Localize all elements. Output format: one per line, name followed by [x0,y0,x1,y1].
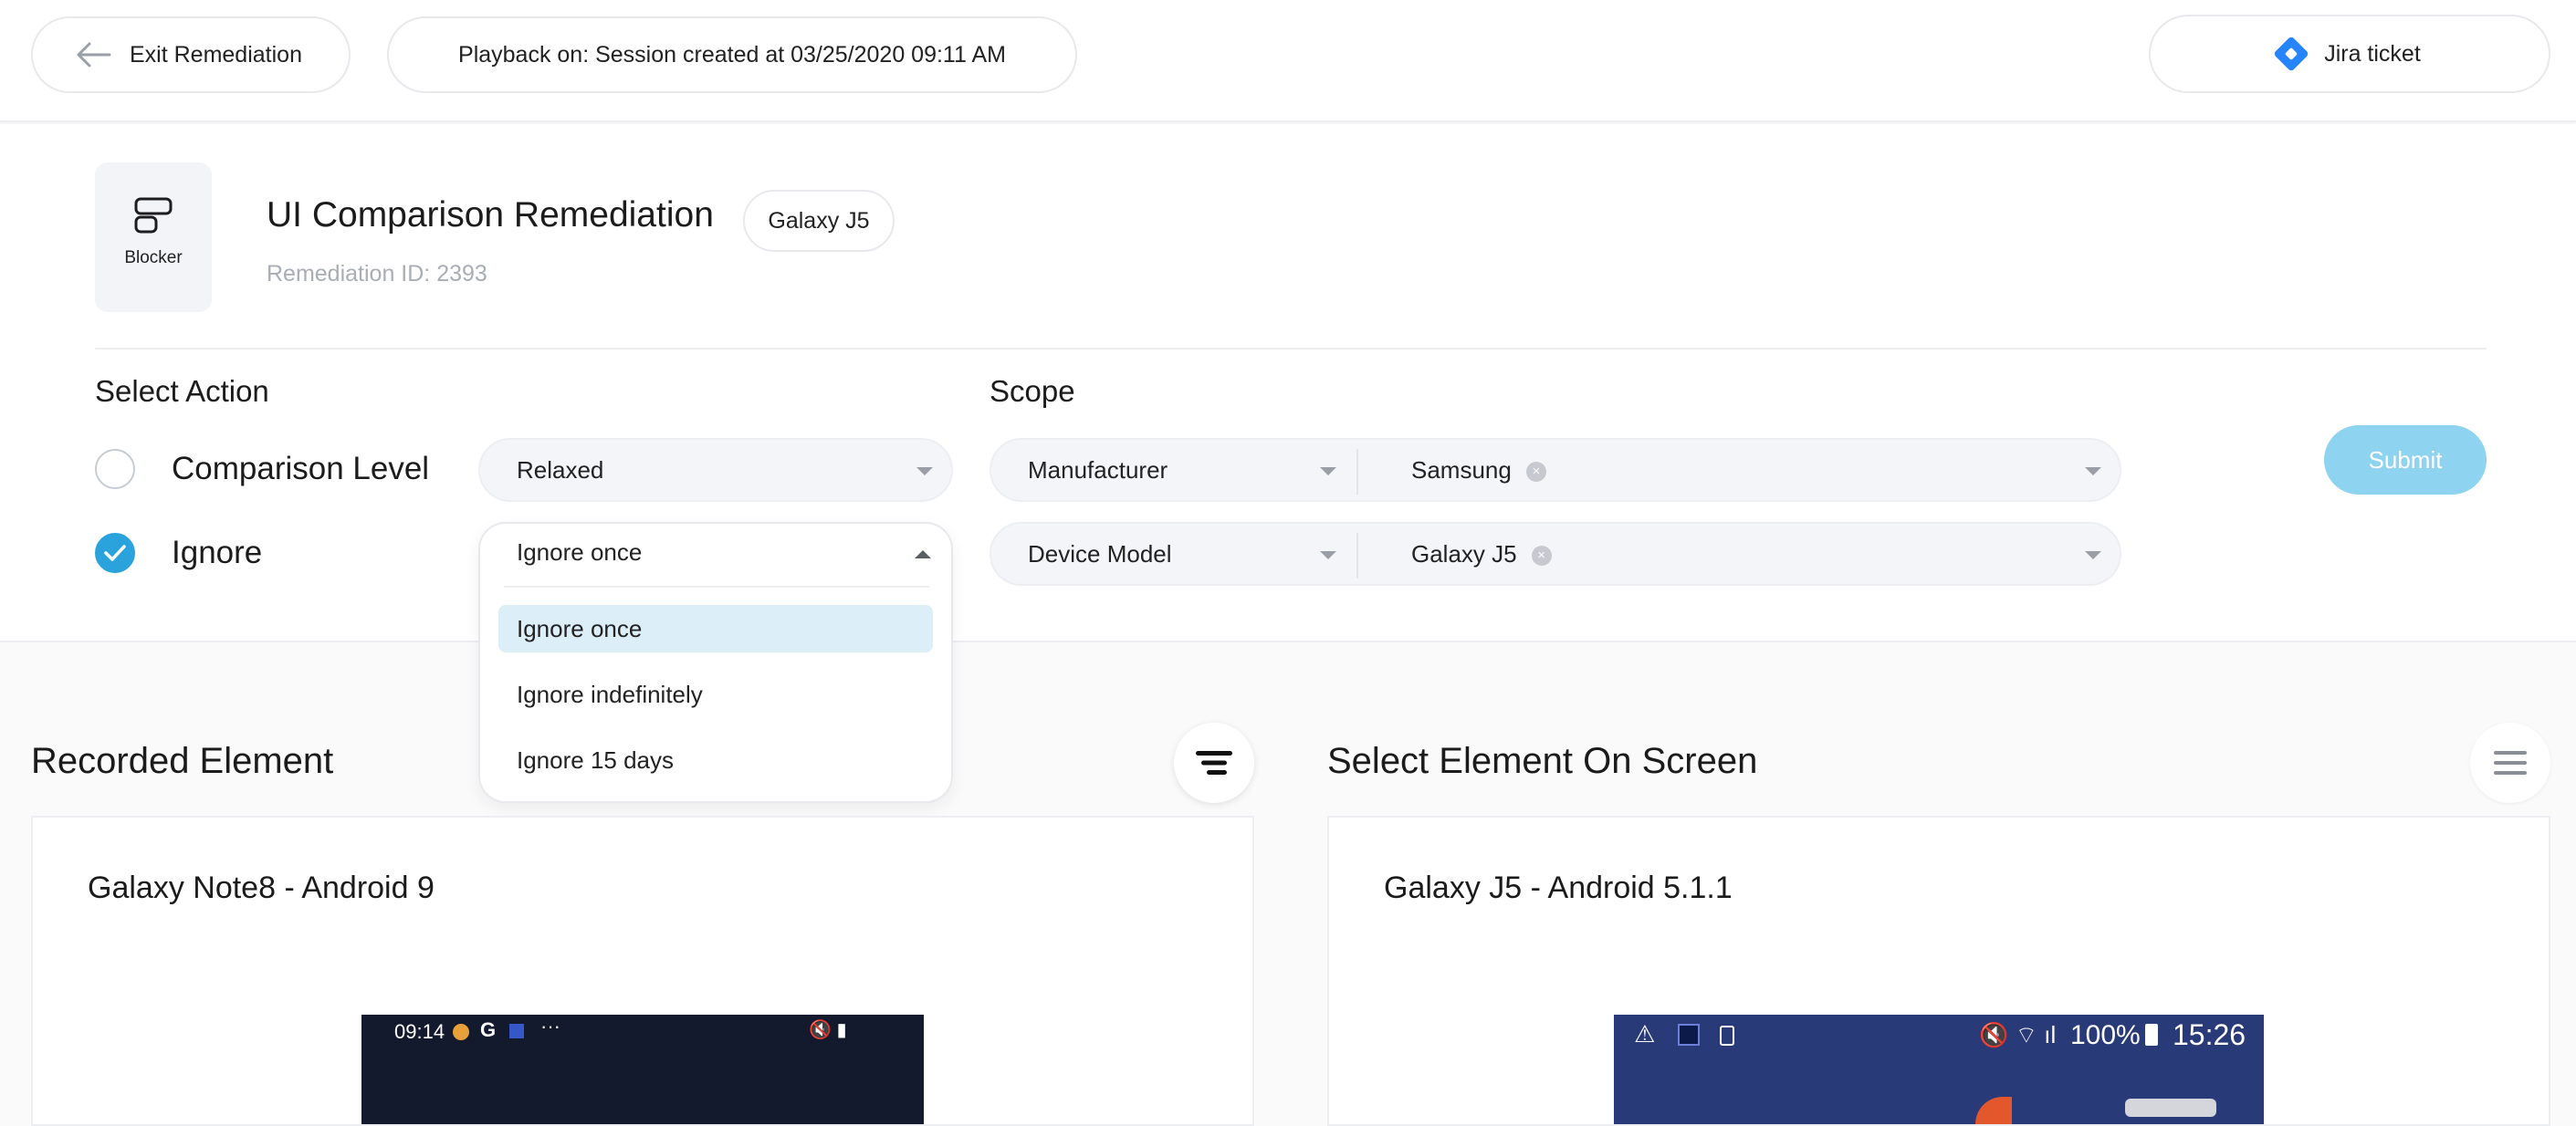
battery-percent: 100% [2070,1020,2141,1050]
ignore-checkbox[interactable] [95,533,135,573]
app-icon [509,1024,524,1038]
live-screenshot[interactable]: ⚠ 🔇 ⌔ ıl 100% 15:26 [1614,1015,2264,1124]
comparison-level-label: Comparison Level [172,451,430,486]
chevron-up-icon[interactable] [915,550,931,558]
google-icon: G [480,1018,497,1041]
blocker-icon [134,197,173,234]
dropdown-option-ignore-once[interactable]: Ignore once [498,605,933,652]
scope-row-device-model: Device Model Galaxy J5 × [990,522,2121,586]
page-title: UI Comparison Remediation [267,195,714,235]
select-filter-button[interactable] [2470,723,2550,803]
status-time: 15:26 [2173,1018,2246,1051]
device-tag: Galaxy J5 [743,190,895,252]
jira-ticket-label: Jira ticket [2324,40,2421,67]
battery-icon [2145,1024,2158,1046]
jira-ticket-button[interactable]: Jira ticket [2149,15,2550,93]
scope-title: Scope [990,374,1075,408]
more-icon: ··· [540,1015,560,1037]
chevron-down-icon[interactable] [2085,467,2101,475]
wifi-signal-icon: 🔇 ⌔ ıl [1979,1021,2057,1048]
scope-separator [1356,533,1358,579]
jira-icon [2273,36,2310,72]
ignore-label: Ignore [172,535,263,570]
chevron-down-icon[interactable] [2085,551,2101,559]
scope-row-manufacturer: Manufacturer Samsung × [990,438,2121,502]
playback-label: Playback on: Session created at 03/25/20… [458,41,1006,68]
filter-icon [2494,751,2527,775]
comparison-level-value: Relaxed [517,455,604,484]
arrow-left-icon [77,42,111,68]
filter-icon [1196,751,1232,775]
chevron-down-icon[interactable] [1320,467,1336,475]
status-time: 09:14 [394,1020,445,1043]
dropdown-option-ignore-indefinitely[interactable]: Ignore indefinitely [498,671,933,718]
scope-value-device-model[interactable]: Galaxy J5 × [1411,540,1552,568]
divider [95,348,2487,349]
submit-button[interactable]: Submit [2324,425,2487,495]
check-icon [104,545,126,561]
close-icon[interactable]: × [1525,462,1546,483]
screen-graphic [1975,1097,2012,1124]
scope-key-manufacturer[interactable]: Manufacturer [1028,456,1168,485]
app-icon [1678,1024,1700,1046]
scope-chip-samsung: Samsung [1411,456,1512,484]
exit-remediation-label: Exit Remediation [130,41,302,68]
select-action-title: Select Action [95,374,269,408]
dropdown-option-ignore-15-days[interactable]: Ignore 15 days [498,736,933,784]
chevron-down-icon [916,467,933,475]
recorded-element-title: Recorded Element [31,741,334,781]
scope-separator [1356,449,1358,495]
chevron-down-icon[interactable] [1320,551,1336,559]
dropdown-divider [504,586,929,588]
exit-remediation-button[interactable]: Exit Remediation [31,16,351,93]
phone-icon [1720,1026,1734,1046]
close-icon[interactable]: × [1531,546,1552,567]
chrome-icon [453,1024,469,1040]
device-title: Galaxy J5 - Android 5.1.1 [1384,871,1733,905]
comparison-level-select[interactable]: Relaxed [478,438,953,502]
severity-label: Blocker [124,248,183,267]
severity-badge: Blocker [95,162,212,312]
playback-session-button[interactable]: Playback on: Session created at 03/25/20… [387,16,1077,93]
remediation-id: Remediation ID: 2393 [267,261,487,287]
recorded-screenshot[interactable]: 09:14 G ··· 🔇 ▮ [361,1015,924,1124]
scope-chip-galaxy-j5: Galaxy J5 [1411,540,1517,568]
scope-key-device-model[interactable]: Device Model [1028,540,1172,568]
warning-icon: ⚠ [1634,1020,1656,1048]
ignore-select-value[interactable]: Ignore once [517,538,642,567]
recorded-device-title: Galaxy Note8 - Android 9 [88,871,435,905]
recorded-filter-button[interactable] [1174,723,1254,803]
status-icons: 🔇 ▮ [809,1020,847,1040]
comparison-level-radio[interactable] [95,449,135,489]
select-element-title: Select Element On Screen [1327,741,1758,781]
screen-widget [2125,1099,2216,1117]
scope-value-manufacturer[interactable]: Samsung × [1411,456,1546,485]
